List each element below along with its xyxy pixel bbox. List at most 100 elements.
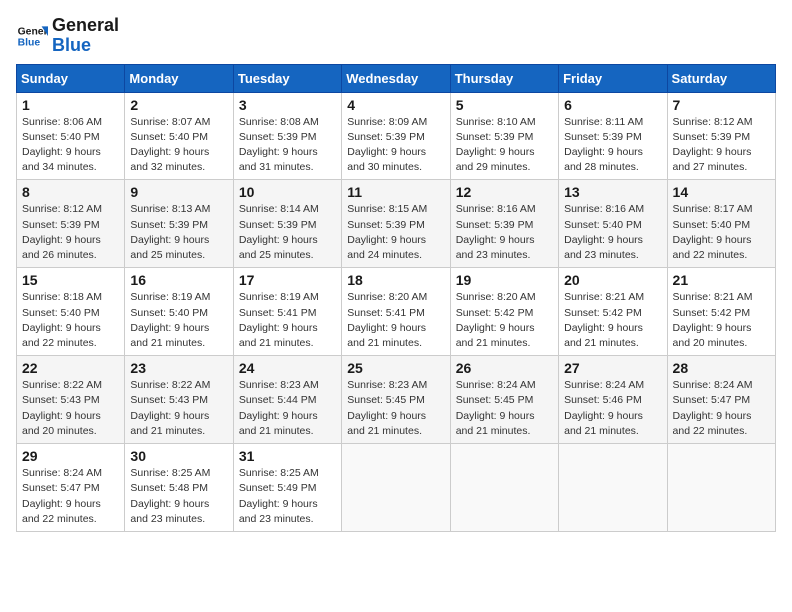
day-number: 23 [130,360,227,376]
day-number: 14 [673,184,770,200]
day-number: 26 [456,360,553,376]
day-number: 22 [22,360,119,376]
day-info: Sunrise: 8:16 AMSunset: 5:40 PMDaylight:… [564,202,661,263]
day-number: 16 [130,272,227,288]
day-number: 20 [564,272,661,288]
day-info: Sunrise: 8:19 AMSunset: 5:40 PMDaylight:… [130,290,227,351]
calendar-cell: 2 Sunrise: 8:07 AMSunset: 5:40 PMDayligh… [125,92,233,180]
calendar-cell: 13 Sunrise: 8:16 AMSunset: 5:40 PMDaylig… [559,180,667,268]
day-number: 4 [347,97,444,113]
calendar-cell [342,444,450,532]
calendar-cell: 31 Sunrise: 8:25 AMSunset: 5:49 PMDaylig… [233,444,341,532]
day-number: 8 [22,184,119,200]
day-info: Sunrise: 8:21 AMSunset: 5:42 PMDaylight:… [564,290,661,351]
day-info: Sunrise: 8:12 AMSunset: 5:39 PMDaylight:… [22,202,119,263]
calendar-cell: 24 Sunrise: 8:23 AMSunset: 5:44 PMDaylig… [233,356,341,444]
day-info: Sunrise: 8:24 AMSunset: 5:47 PMDaylight:… [22,466,119,527]
day-number: 7 [673,97,770,113]
day-info: Sunrise: 8:24 AMSunset: 5:47 PMDaylight:… [673,378,770,439]
day-info: Sunrise: 8:25 AMSunset: 5:48 PMDaylight:… [130,466,227,527]
calendar-cell: 12 Sunrise: 8:16 AMSunset: 5:39 PMDaylig… [450,180,558,268]
day-info: Sunrise: 8:16 AMSunset: 5:39 PMDaylight:… [456,202,553,263]
svg-text:Blue: Blue [18,37,41,48]
calendar-cell: 18 Sunrise: 8:20 AMSunset: 5:41 PMDaylig… [342,268,450,356]
day-number: 9 [130,184,227,200]
day-number: 1 [22,97,119,113]
day-info: Sunrise: 8:17 AMSunset: 5:40 PMDaylight:… [673,202,770,263]
day-number: 17 [239,272,336,288]
logo-icon: General Blue [16,20,48,52]
day-info: Sunrise: 8:21 AMSunset: 5:42 PMDaylight:… [673,290,770,351]
calendar-table: SundayMondayTuesdayWednesdayThursdayFrid… [16,64,776,532]
calendar-cell: 23 Sunrise: 8:22 AMSunset: 5:43 PMDaylig… [125,356,233,444]
day-number: 31 [239,448,336,464]
calendar-cell: 4 Sunrise: 8:09 AMSunset: 5:39 PMDayligh… [342,92,450,180]
dow-header-thursday: Thursday [450,64,558,92]
day-number: 6 [564,97,661,113]
day-number: 30 [130,448,227,464]
day-number: 11 [347,184,444,200]
dow-header-saturday: Saturday [667,64,775,92]
day-info: Sunrise: 8:24 AMSunset: 5:46 PMDaylight:… [564,378,661,439]
dow-header-monday: Monday [125,64,233,92]
day-info: Sunrise: 8:06 AMSunset: 5:40 PMDaylight:… [22,115,119,176]
dow-header-wednesday: Wednesday [342,64,450,92]
calendar-cell: 30 Sunrise: 8:25 AMSunset: 5:48 PMDaylig… [125,444,233,532]
calendar-cell: 25 Sunrise: 8:23 AMSunset: 5:45 PMDaylig… [342,356,450,444]
page-header: General Blue General Blue [16,16,776,56]
day-info: Sunrise: 8:11 AMSunset: 5:39 PMDaylight:… [564,115,661,176]
calendar-cell: 8 Sunrise: 8:12 AMSunset: 5:39 PMDayligh… [17,180,125,268]
day-number: 27 [564,360,661,376]
day-info: Sunrise: 8:18 AMSunset: 5:40 PMDaylight:… [22,290,119,351]
calendar-cell: 15 Sunrise: 8:18 AMSunset: 5:40 PMDaylig… [17,268,125,356]
day-info: Sunrise: 8:12 AMSunset: 5:39 PMDaylight:… [673,115,770,176]
calendar-cell [450,444,558,532]
calendar-cell: 14 Sunrise: 8:17 AMSunset: 5:40 PMDaylig… [667,180,775,268]
day-number: 2 [130,97,227,113]
day-number: 12 [456,184,553,200]
day-info: Sunrise: 8:25 AMSunset: 5:49 PMDaylight:… [239,466,336,527]
dow-header-tuesday: Tuesday [233,64,341,92]
day-number: 25 [347,360,444,376]
day-number: 5 [456,97,553,113]
day-number: 19 [456,272,553,288]
day-info: Sunrise: 8:22 AMSunset: 5:43 PMDaylight:… [22,378,119,439]
calendar-cell: 21 Sunrise: 8:21 AMSunset: 5:42 PMDaylig… [667,268,775,356]
logo-text: General Blue [52,16,119,56]
calendar-cell: 9 Sunrise: 8:13 AMSunset: 5:39 PMDayligh… [125,180,233,268]
day-info: Sunrise: 8:19 AMSunset: 5:41 PMDaylight:… [239,290,336,351]
calendar-cell: 7 Sunrise: 8:12 AMSunset: 5:39 PMDayligh… [667,92,775,180]
calendar-cell: 20 Sunrise: 8:21 AMSunset: 5:42 PMDaylig… [559,268,667,356]
day-info: Sunrise: 8:10 AMSunset: 5:39 PMDaylight:… [456,115,553,176]
day-info: Sunrise: 8:08 AMSunset: 5:39 PMDaylight:… [239,115,336,176]
day-info: Sunrise: 8:22 AMSunset: 5:43 PMDaylight:… [130,378,227,439]
day-info: Sunrise: 8:09 AMSunset: 5:39 PMDaylight:… [347,115,444,176]
calendar-cell [559,444,667,532]
calendar-cell: 26 Sunrise: 8:24 AMSunset: 5:45 PMDaylig… [450,356,558,444]
day-info: Sunrise: 8:13 AMSunset: 5:39 PMDaylight:… [130,202,227,263]
day-info: Sunrise: 8:23 AMSunset: 5:44 PMDaylight:… [239,378,336,439]
day-info: Sunrise: 8:07 AMSunset: 5:40 PMDaylight:… [130,115,227,176]
calendar-cell: 17 Sunrise: 8:19 AMSunset: 5:41 PMDaylig… [233,268,341,356]
day-info: Sunrise: 8:14 AMSunset: 5:39 PMDaylight:… [239,202,336,263]
calendar-cell: 3 Sunrise: 8:08 AMSunset: 5:39 PMDayligh… [233,92,341,180]
calendar-cell: 5 Sunrise: 8:10 AMSunset: 5:39 PMDayligh… [450,92,558,180]
calendar-cell: 10 Sunrise: 8:14 AMSunset: 5:39 PMDaylig… [233,180,341,268]
day-number: 24 [239,360,336,376]
day-number: 15 [22,272,119,288]
day-info: Sunrise: 8:20 AMSunset: 5:42 PMDaylight:… [456,290,553,351]
day-number: 29 [22,448,119,464]
calendar-cell: 22 Sunrise: 8:22 AMSunset: 5:43 PMDaylig… [17,356,125,444]
day-number: 28 [673,360,770,376]
calendar-cell [667,444,775,532]
logo: General Blue General Blue [16,16,119,56]
calendar-cell: 6 Sunrise: 8:11 AMSunset: 5:39 PMDayligh… [559,92,667,180]
dow-header-friday: Friday [559,64,667,92]
calendar-cell: 28 Sunrise: 8:24 AMSunset: 5:47 PMDaylig… [667,356,775,444]
day-info: Sunrise: 8:20 AMSunset: 5:41 PMDaylight:… [347,290,444,351]
day-info: Sunrise: 8:23 AMSunset: 5:45 PMDaylight:… [347,378,444,439]
calendar-cell: 29 Sunrise: 8:24 AMSunset: 5:47 PMDaylig… [17,444,125,532]
day-number: 13 [564,184,661,200]
day-number: 10 [239,184,336,200]
calendar-cell: 11 Sunrise: 8:15 AMSunset: 5:39 PMDaylig… [342,180,450,268]
